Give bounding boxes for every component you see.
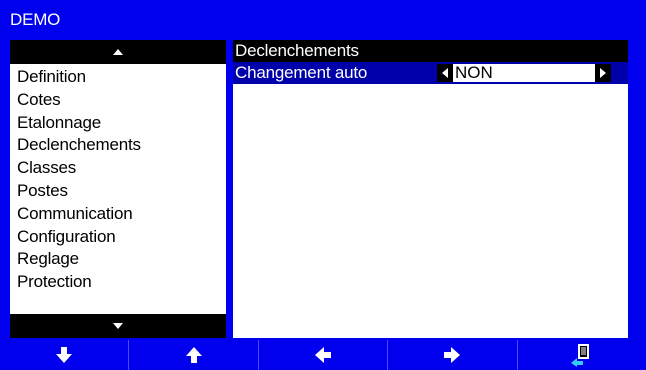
detail-header: Declenchements [233,40,628,62]
softkey-left-button[interactable] [259,340,389,370]
value-next-button[interactable] [595,64,611,82]
menu-scroll-up-button[interactable] [10,40,226,64]
menu-item-classes[interactable]: Classes [17,157,141,180]
document-enter-icon [570,344,589,367]
softkey-right-button[interactable] [388,340,518,370]
value-prev-button[interactable] [437,64,453,82]
triangle-left-icon [442,68,448,78]
menu-item-protection[interactable]: Protection [17,271,141,294]
param-value-text: NON [455,63,493,82]
param-label: Changement auto [235,63,368,82]
menu-item-reglage[interactable]: Reglage [17,248,141,271]
menu-item-postes[interactable]: Postes [17,180,141,203]
arrow-left-icon [315,347,332,363]
softkey-bar [0,340,646,370]
menu-scroll-down-button[interactable] [10,314,226,338]
menu-item-etalonnage[interactable]: Etalonnage [17,112,141,135]
softkey-down-button[interactable] [0,340,130,370]
arrow-up-icon [185,347,202,363]
menu-item-declenchements[interactable]: Declenchements [17,134,141,157]
param-row-changement-auto[interactable]: Changement auto NON [233,62,628,84]
arrow-down-icon [56,347,73,363]
menu-item-cotes[interactable]: Cotes [17,89,141,112]
triangle-right-icon [600,68,606,78]
arrow-right-icon [444,347,461,363]
menu-panel: Definition Cotes Etalonnage Declenchemen… [10,40,226,338]
window-title: DEMO [10,10,61,29]
menu-list: Definition Cotes Etalonnage Declenchemen… [17,66,141,294]
menu-item-configuration[interactable]: Configuration [17,226,141,249]
triangle-down-icon [113,323,123,329]
softkey-enter-button[interactable] [518,340,646,370]
param-value-selector[interactable]: NON [437,64,611,82]
softkey-up-button[interactable] [129,340,259,370]
menu-item-communication[interactable]: Communication [17,203,141,226]
triangle-up-icon [113,49,123,55]
detail-panel: Declenchements Changement auto NON [233,40,628,338]
menu-item-definition[interactable]: Definition [17,66,141,89]
